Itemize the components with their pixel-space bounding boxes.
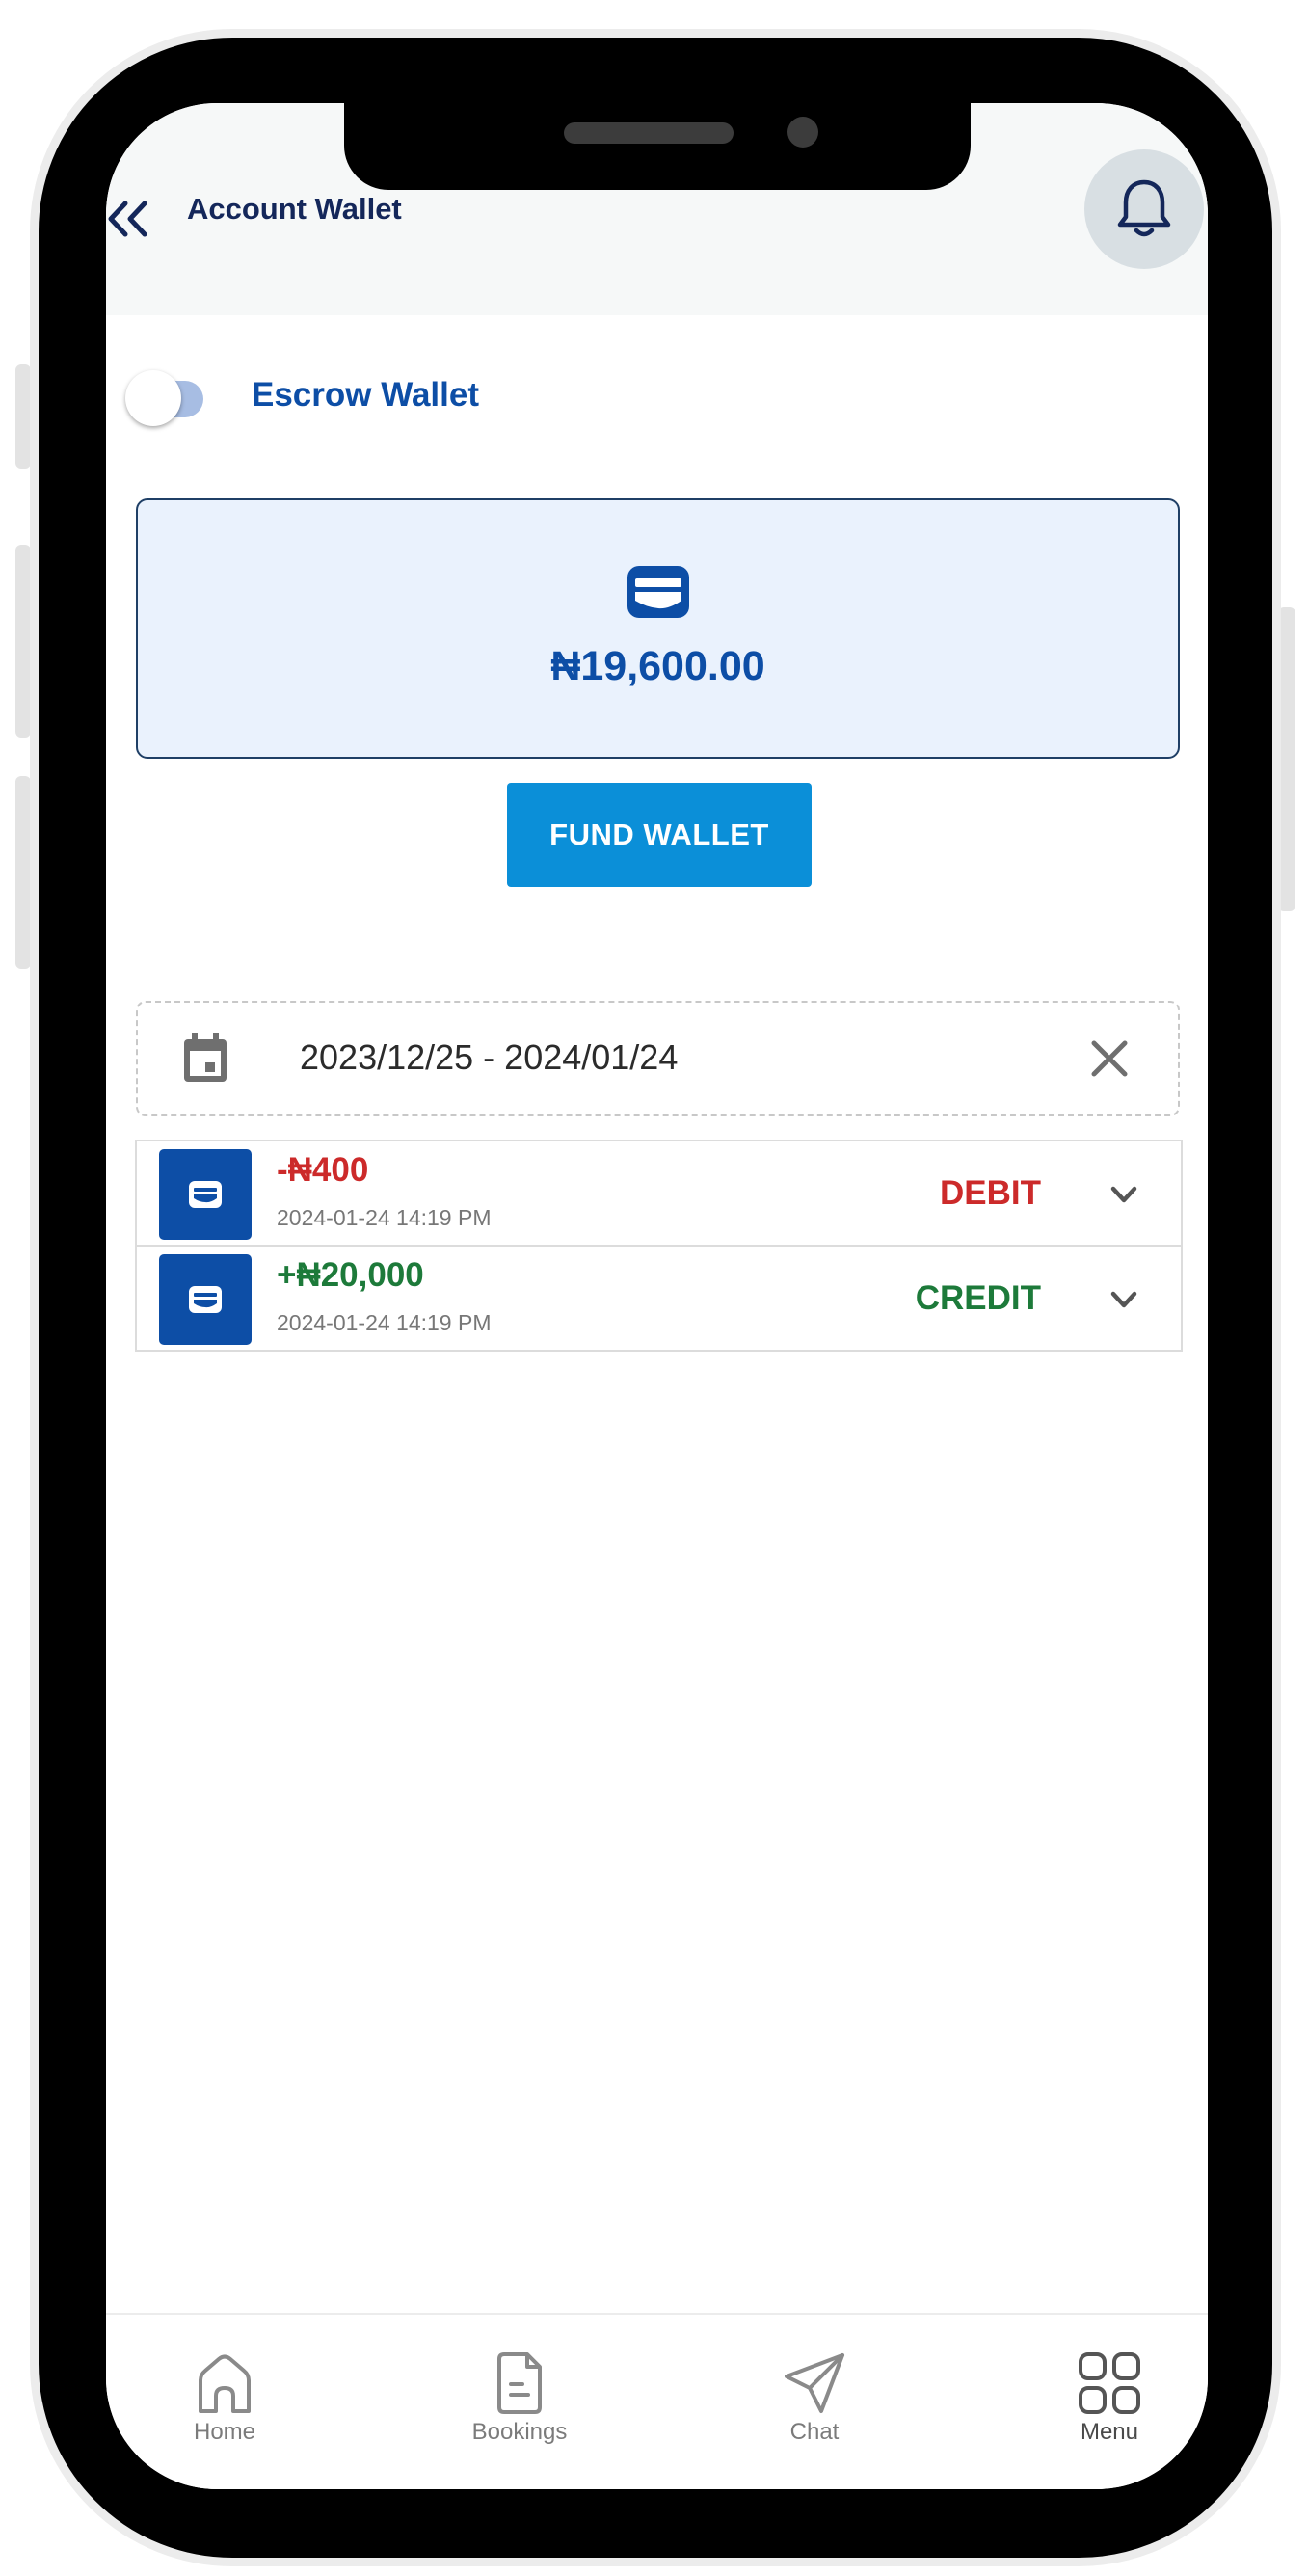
nav-bookings-label: Bookings [471,2419,568,2445]
transaction-list: -₦400 2024-01-24 14:19 PM DEBIT +₦20,000… [135,1140,1183,1352]
calendar-icon [184,1033,227,1082]
document-icon [497,2352,542,2414]
transaction-type: CREDIT [915,1279,1041,1317]
send-icon [785,2353,844,2413]
balance-card: ₦19,600.00 [136,498,1180,759]
nav-menu[interactable]: Menu [1037,2351,1182,2457]
grid-icon [1079,2352,1140,2414]
transaction-date: 2024-01-24 14:19 PM [277,1310,492,1335]
transaction-amount: -₦400 [277,1151,369,1189]
side-button-volume-down [15,776,31,969]
chevron-down-icon[interactable] [1108,1180,1140,1209]
side-button-volume-up [15,545,31,738]
phone-screen: Account Wallet Escrow Wallet ₦19,600.00 … [106,103,1208,2489]
transaction-amount: +₦20,000 [277,1256,424,1294]
transaction-date: 2024-01-24 14:19 PM [277,1205,492,1230]
transaction-wallet-icon [159,1149,252,1240]
page-title: Account Wallet [187,192,402,226]
nav-home[interactable]: Home [152,2351,297,2457]
nav-home-label: Home [193,2419,256,2445]
balance-amount: ₦19,600.00 [550,643,765,689]
front-camera [787,117,818,148]
side-button-mute [15,364,31,469]
escrow-wallet-label: Escrow Wallet [252,376,479,414]
transaction-type: DEBIT [940,1174,1041,1212]
date-range-value: 2023/12/25 - 2024/01/24 [300,1037,679,1077]
transaction-wallet-icon [159,1254,252,1345]
date-range-picker[interactable]: 2023/12/25 - 2024/01/24 [136,1001,1180,1116]
transaction-row[interactable]: -₦400 2024-01-24 14:19 PM DEBIT [135,1140,1183,1246]
bell-icon [1117,179,1171,237]
wallet-icon [627,566,689,618]
notifications-button[interactable] [1084,149,1204,269]
close-icon[interactable] [1086,1035,1133,1082]
nav-menu-label: Menu [1080,2419,1139,2445]
speaker-grille [564,122,734,144]
fund-wallet-button[interactable]: FUND WALLET [507,783,812,887]
double-chevron-left-icon [108,201,147,237]
toggle-knob [125,370,181,426]
bottom-navigation: Home Bookings Chat Menu [106,2313,1208,2489]
nav-chat-label: Chat [789,2419,840,2445]
chevron-down-icon[interactable] [1108,1285,1140,1314]
nav-bookings[interactable]: Bookings [447,2351,592,2457]
escrow-toggle[interactable] [120,368,216,426]
transaction-row[interactable]: +₦20,000 2024-01-24 14:19 PM CREDIT [135,1246,1183,1352]
phone-notch [344,103,971,190]
back-button[interactable] [106,190,154,248]
home-icon [199,2354,251,2413]
nav-chat[interactable]: Chat [742,2351,887,2457]
